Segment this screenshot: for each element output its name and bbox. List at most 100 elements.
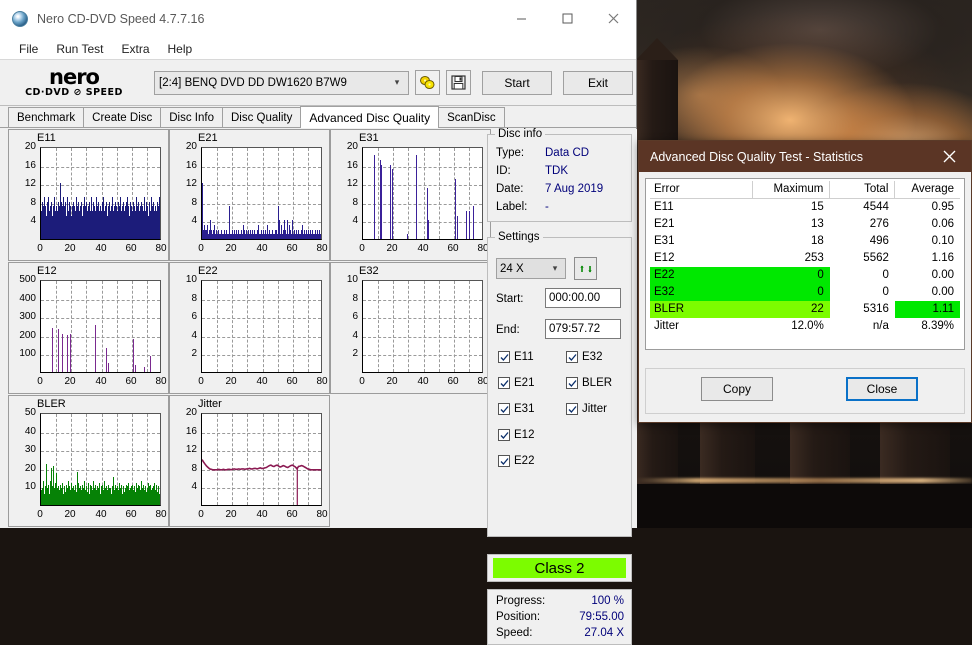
- gridline-horizontal: [202, 204, 321, 205]
- close-icon[interactable]: [927, 141, 971, 172]
- close-icon[interactable]: [590, 0, 636, 38]
- start-time-input[interactable]: 000:00.00: [545, 288, 621, 308]
- drive-select[interactable]: [2:4] BENQ DVD DD DW1620 B7W9 ▾: [154, 70, 409, 95]
- checkbox-e12-label: E12: [514, 429, 535, 441]
- chart-title: Jitter: [198, 398, 222, 410]
- window-controls: [498, 0, 636, 38]
- cell-error: E12: [654, 252, 675, 264]
- menu-item-run-test[interactable]: Run Test: [47, 40, 112, 58]
- table-row[interactable]: E11 15 4544 0.95: [650, 199, 960, 216]
- end-time-input[interactable]: 079:57.72: [545, 319, 621, 339]
- gridline-vertical: [408, 281, 409, 372]
- table-row[interactable]: E21 13 276 0.06: [650, 216, 960, 233]
- chart-e32: E32 2 4 6 8 10 0 20 40 60 80: [330, 262, 491, 394]
- cell-error: E21: [654, 218, 675, 230]
- chart-bar: [160, 481, 161, 505]
- nero-disc-icon: [12, 10, 28, 27]
- chart-bar: [160, 488, 161, 505]
- column-header-average[interactable]: Average: [894, 181, 960, 199]
- disc-speed-icon-button[interactable]: [415, 70, 440, 95]
- chart-x-tick-label: 40: [256, 243, 268, 254]
- refresh-button[interactable]: [574, 257, 597, 280]
- speed-select-value: 24 X: [500, 262, 524, 275]
- chevron-down-icon: ▾: [552, 263, 558, 273]
- column-header-maximum[interactable]: Maximum: [752, 181, 831, 199]
- table-row[interactable]: E32 0 0 0.00: [650, 283, 960, 301]
- chart-x-tick-label: 60: [286, 509, 298, 520]
- chart-y-tick-label: 12: [185, 178, 197, 189]
- close-button[interactable]: Close: [846, 377, 918, 401]
- start-time-value: 000:00.00: [549, 292, 601, 304]
- gridline-vertical: [293, 281, 294, 372]
- chart-bler: BLER 10 20 30 40 50 0 20 40 60 80: [8, 395, 169, 527]
- tab-benchmark[interactable]: Benchmark: [8, 107, 85, 127]
- gridline-vertical: [378, 148, 379, 239]
- checkbox-jitter[interactable]: Jitter: [566, 403, 607, 415]
- cell-total: 4544: [863, 201, 889, 214]
- checkbox-e11[interactable]: E11: [498, 351, 534, 363]
- column-header-total[interactable]: Total: [829, 181, 896, 199]
- chart-title: E11: [37, 132, 56, 144]
- chart-bar: [135, 365, 136, 372]
- chart-bar: [416, 155, 417, 239]
- chart-jitter: Jitter 4 8 12 16 20 0 20 40 60 80: [169, 395, 330, 527]
- gridline-vertical: [102, 281, 103, 372]
- exit-button[interactable]: Exit: [563, 70, 633, 95]
- chart-y-tick-label: 6: [352, 311, 358, 322]
- tab-advanced-disc-quality[interactable]: Advanced Disc Quality: [300, 106, 440, 128]
- menu-item-file[interactable]: File: [10, 40, 47, 58]
- menu-item-help[interactable]: Help: [159, 40, 202, 58]
- table-row[interactable]: BLER 22 5316 1.11: [650, 300, 960, 318]
- chart-y-tick-label: 16: [185, 160, 197, 171]
- maximize-icon[interactable]: [544, 0, 590, 38]
- chart-bar: [62, 334, 63, 372]
- checkbox-e32[interactable]: E32: [566, 351, 602, 363]
- speed-select[interactable]: 24 X ▾: [496, 258, 566, 279]
- chart-bar: [428, 220, 429, 239]
- statistics-dialog-title-bar: Advanced Disc Quality Test - Statistics: [639, 141, 971, 172]
- table-row[interactable]: E22 0 0 0.00: [650, 266, 960, 284]
- gridline-vertical: [454, 281, 455, 372]
- disc-speed-icon: [420, 76, 435, 89]
- cell-average: 0.10: [931, 235, 954, 247]
- checkbox-e31[interactable]: E31: [498, 403, 534, 415]
- chart-title: BLER: [37, 398, 66, 410]
- chart-title: E31: [359, 132, 379, 144]
- tab-create-disc[interactable]: Create Disc: [83, 107, 162, 127]
- chart-y-tick-label: 100: [19, 348, 36, 359]
- chart-y-tick-label: 8: [352, 197, 358, 208]
- chart-bar: [160, 216, 161, 239]
- tab-scandisc[interactable]: ScanDisc: [438, 107, 505, 127]
- table-row[interactable]: E31 18 496 0.10: [650, 233, 960, 250]
- copy-button[interactable]: Copy: [701, 377, 773, 401]
- tab-disc-info[interactable]: Disc Info: [160, 107, 223, 127]
- gridline-vertical: [378, 281, 379, 372]
- save-button[interactable]: [446, 70, 471, 95]
- start-button[interactable]: Start: [482, 70, 552, 95]
- menu-item-extra[interactable]: Extra: [112, 40, 158, 58]
- chart-x-tick-label: 20: [386, 376, 398, 387]
- table-row[interactable]: Jitter 12.0% n/a 8.39%: [650, 318, 960, 335]
- checkbox-e21[interactable]: E21: [498, 377, 534, 389]
- chart-bar: [466, 211, 467, 239]
- checkbox-e12[interactable]: E12: [498, 429, 534, 441]
- gridline-vertical: [439, 281, 440, 372]
- chart-bar: [106, 348, 107, 372]
- table-row[interactable]: E12 253 5562 1.16: [650, 250, 960, 267]
- gridline-vertical: [147, 281, 148, 372]
- checkbox-e22[interactable]: E22: [498, 455, 534, 467]
- cell-average: 0.06: [931, 218, 954, 230]
- statistics-dialog: Advanced Disc Quality Test - Statistics …: [638, 140, 972, 423]
- cell-maximum: 15: [811, 201, 824, 214]
- minimize-icon[interactable]: [498, 0, 544, 38]
- tab-disc-quality[interactable]: Disc Quality: [222, 107, 302, 127]
- chart-y-tick-label: 20: [346, 141, 358, 152]
- column-header-error[interactable]: Error: [650, 181, 753, 199]
- statistics-table-container: Error Maximum Total Average E11 15 4544 0.9…: [645, 178, 965, 350]
- cell-maximum: 13: [811, 218, 824, 230]
- checkbox-bler[interactable]: BLER: [566, 377, 612, 389]
- save-floppy-icon: [451, 75, 466, 90]
- gridline-horizontal: [41, 300, 160, 301]
- progress-box: Progress: 100 % Position: 79:55.00 Speed…: [487, 589, 632, 645]
- chart-title: E21: [198, 132, 218, 144]
